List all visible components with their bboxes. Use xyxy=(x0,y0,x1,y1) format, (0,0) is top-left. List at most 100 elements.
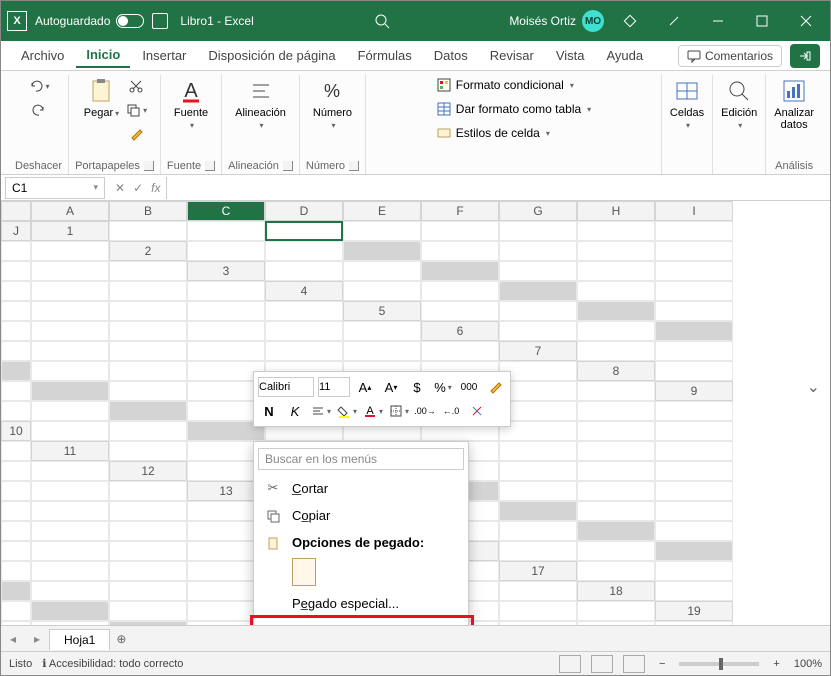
zoom-out-button[interactable]: − xyxy=(655,658,669,670)
cell[interactable] xyxy=(421,301,499,321)
cell[interactable] xyxy=(655,221,733,241)
tab-disposicion[interactable]: Disposición de página xyxy=(198,44,345,67)
brush-icon[interactable] xyxy=(656,1,692,41)
column-header[interactable]: A xyxy=(31,201,109,221)
cell[interactable] xyxy=(31,321,109,341)
cell[interactable] xyxy=(577,441,655,461)
cell[interactable] xyxy=(31,241,109,261)
zoom-slider[interactable] xyxy=(679,662,759,666)
cell[interactable] xyxy=(499,461,577,481)
comments-button[interactable]: Comentarios xyxy=(678,45,782,67)
column-header[interactable]: I xyxy=(655,201,733,221)
cell[interactable] xyxy=(109,321,187,341)
cell[interactable] xyxy=(1,621,31,625)
cell[interactable] xyxy=(655,321,733,341)
row-header[interactable]: 1 xyxy=(31,221,109,241)
cell[interactable] xyxy=(31,381,109,401)
cell[interactable] xyxy=(655,341,733,361)
cell[interactable] xyxy=(31,361,109,381)
cell[interactable] xyxy=(421,341,499,361)
clear-format-icon[interactable] xyxy=(466,400,488,422)
collapse-ribbon-icon[interactable]: ⌄ xyxy=(807,377,820,397)
italic-button[interactable]: K xyxy=(284,400,306,422)
cell[interactable] xyxy=(655,461,733,481)
cell[interactable] xyxy=(343,241,421,261)
row-header[interactable]: 6 xyxy=(421,321,499,341)
cell[interactable] xyxy=(577,561,655,581)
format-as-table-button[interactable]: Dar formato como tabla xyxy=(432,99,595,119)
cell[interactable] xyxy=(655,581,733,601)
row-header[interactable]: 11 xyxy=(31,441,109,461)
cell[interactable] xyxy=(655,561,733,581)
cell[interactable] xyxy=(499,301,577,321)
cell[interactable] xyxy=(1,441,31,461)
cell[interactable] xyxy=(31,341,109,361)
cell[interactable] xyxy=(109,541,187,561)
cell[interactable] xyxy=(109,381,187,401)
row-header[interactable]: 4 xyxy=(265,281,343,301)
tab-vista[interactable]: Vista xyxy=(546,44,595,67)
cell[interactable] xyxy=(499,261,577,281)
accept-formula-icon[interactable]: ✓ xyxy=(133,181,143,195)
fx-icon[interactable]: fx xyxy=(151,181,160,195)
cell[interactable] xyxy=(109,341,187,361)
cell[interactable] xyxy=(499,441,577,461)
cell[interactable] xyxy=(187,301,265,321)
cell[interactable] xyxy=(577,241,655,261)
number-button[interactable]: % Número xyxy=(311,75,354,132)
dialog-launcher-icon[interactable] xyxy=(205,161,215,171)
cell[interactable] xyxy=(109,301,187,321)
increase-font-icon[interactable]: A▴ xyxy=(354,376,376,398)
cell[interactable] xyxy=(577,301,655,321)
percent-icon[interactable]: % xyxy=(432,376,454,398)
view-pagebreak-button[interactable] xyxy=(623,655,645,673)
tab-datos[interactable]: Datos xyxy=(424,44,478,67)
menu-cortar[interactable]: ✂ Cortar xyxy=(254,474,468,502)
row-header[interactable]: 10 xyxy=(1,421,31,441)
cell[interactable] xyxy=(577,381,655,401)
cell[interactable] xyxy=(265,341,343,361)
cell[interactable] xyxy=(499,221,577,241)
cell[interactable] xyxy=(655,481,733,501)
cell[interactable] xyxy=(265,301,343,321)
column-header[interactable]: G xyxy=(499,201,577,221)
cell[interactable] xyxy=(31,461,109,481)
row-header[interactable]: 19 xyxy=(655,601,733,621)
decrease-font-icon[interactable]: A▾ xyxy=(380,376,402,398)
cell[interactable] xyxy=(499,581,577,601)
view-pagelayout-button[interactable] xyxy=(591,655,613,673)
cell[interactable] xyxy=(1,261,31,281)
cell[interactable] xyxy=(577,421,655,441)
maximize-button[interactable] xyxy=(744,1,780,41)
paste-option-button[interactable] xyxy=(292,558,316,586)
cell[interactable] xyxy=(31,561,109,581)
cell[interactable] xyxy=(421,221,499,241)
cell[interactable] xyxy=(109,521,187,541)
cell[interactable] xyxy=(1,521,31,541)
tab-revisar[interactable]: Revisar xyxy=(480,44,544,67)
dialog-launcher-icon[interactable] xyxy=(349,161,359,171)
row-header[interactable]: 9 xyxy=(655,381,733,401)
sheet-tab-hoja1[interactable]: Hoja1 xyxy=(49,629,110,650)
tab-ayuda[interactable]: Ayuda xyxy=(597,44,654,67)
tab-insertar[interactable]: Insertar xyxy=(132,44,196,67)
font-color-button[interactable]: A xyxy=(362,400,384,422)
align-button[interactable] xyxy=(310,400,332,422)
cell[interactable] xyxy=(265,321,343,341)
cell[interactable] xyxy=(499,321,577,341)
cell[interactable] xyxy=(31,621,109,625)
cell[interactable] xyxy=(655,521,733,541)
cells-button[interactable]: Celdas xyxy=(668,75,706,132)
sheet-nav-prev[interactable]: ◂ xyxy=(1,632,25,646)
cell[interactable] xyxy=(655,441,733,461)
cell[interactable] xyxy=(1,541,31,561)
add-sheet-button[interactable]: ⊕ xyxy=(116,632,126,646)
cell[interactable] xyxy=(109,441,187,461)
search-icon[interactable] xyxy=(374,13,390,29)
cell[interactable] xyxy=(31,401,109,421)
cell[interactable] xyxy=(577,261,655,281)
row-header[interactable]: 18 xyxy=(577,581,655,601)
cell[interactable] xyxy=(577,621,655,625)
cell[interactable] xyxy=(187,281,265,301)
copy-button[interactable] xyxy=(125,99,147,121)
